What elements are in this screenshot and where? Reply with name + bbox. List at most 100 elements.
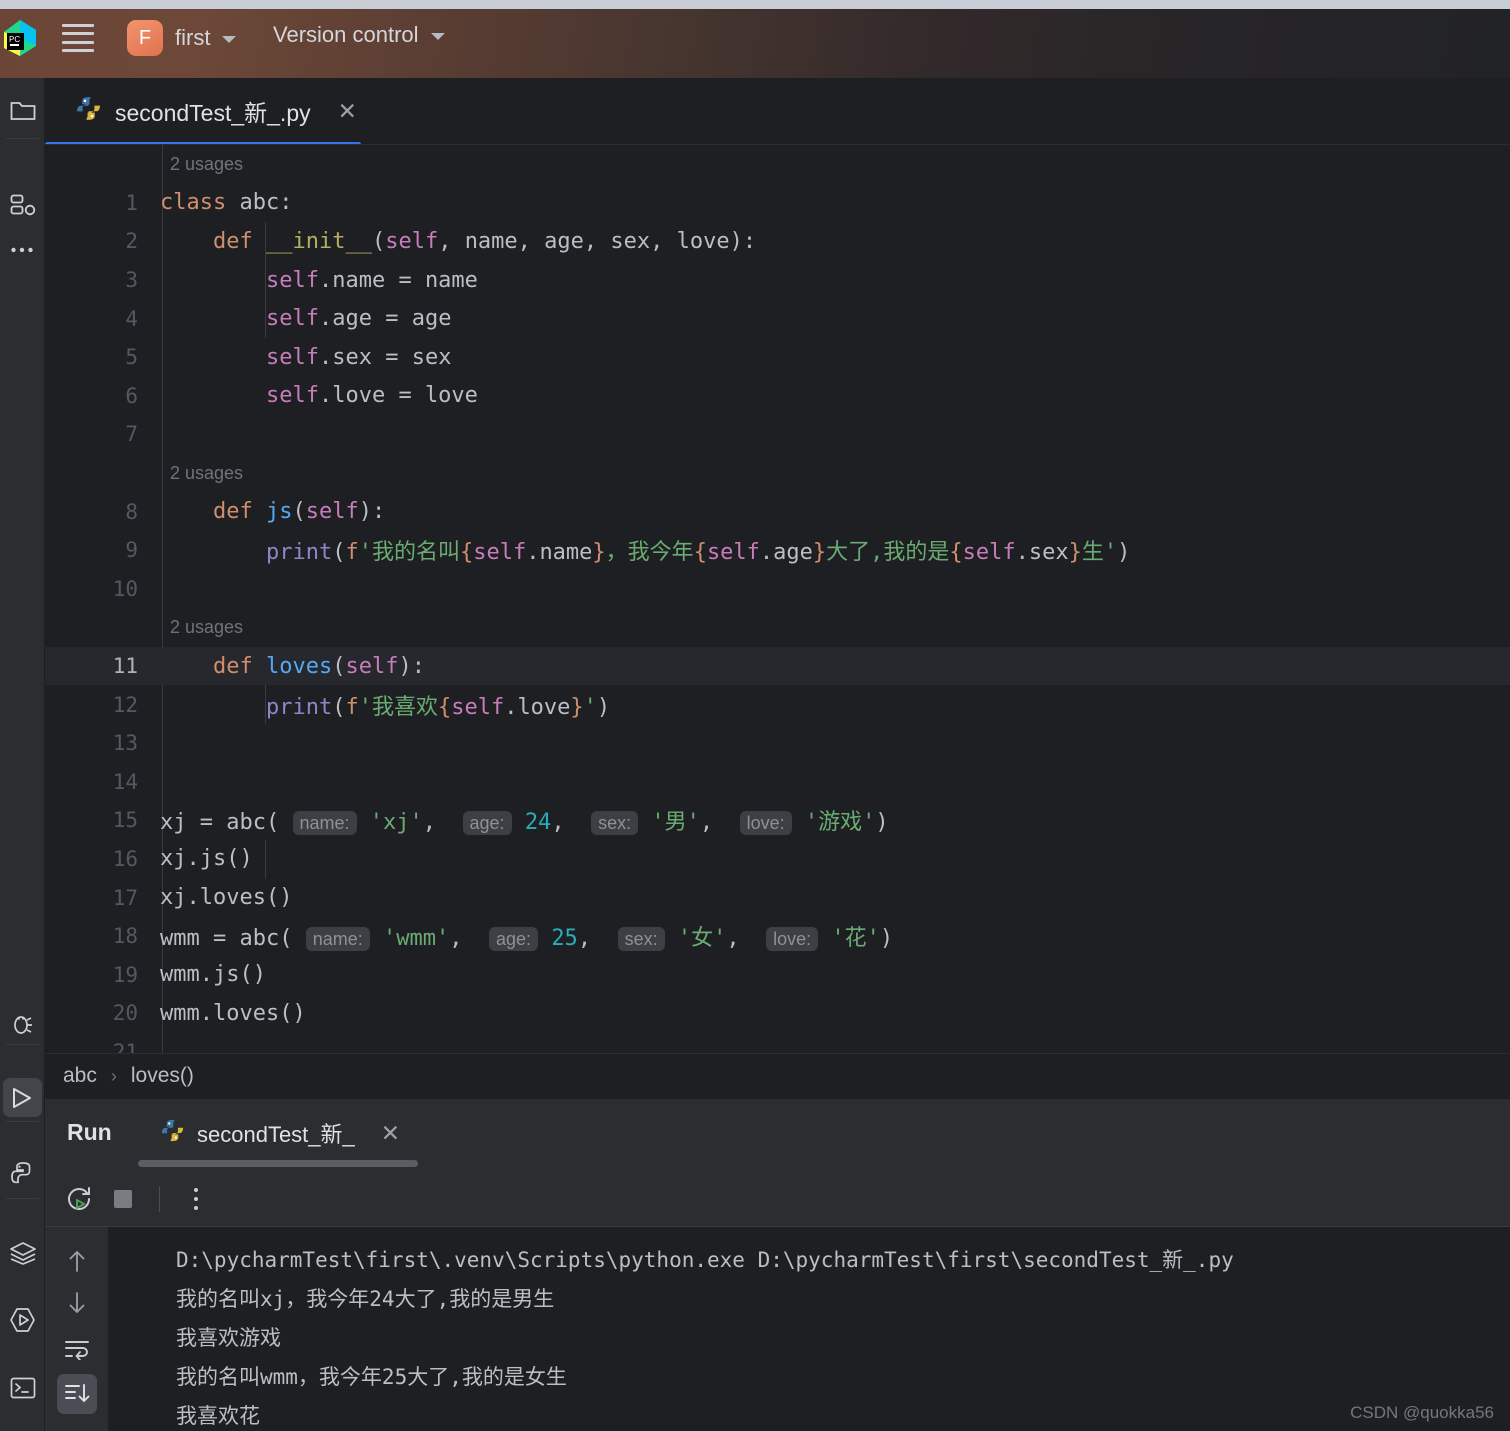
breadcrumb-item-class[interactable]: abc [63,1064,97,1088]
python-console-icon[interactable] [3,1154,42,1193]
line-number: 7 [125,422,138,447]
code-text: def loves(self): [212,653,425,679]
code-row-16: 16 xj.js() [45,840,1510,879]
chevron-down-icon [222,36,237,43]
terminal-icon[interactable] [3,1368,42,1407]
services-layers-icon[interactable] [3,1233,42,1272]
line-number: 2 [125,229,138,254]
editor-area: secondTest_新_.py ✕ 2 usages 1 class abc: [45,78,1510,1053]
code-row-21: 21 [45,1033,1510,1053]
code-text: print(f'我的名叫{self.name}，我今年{self.age}大了,… [265,540,1131,566]
run-configuration-tab[interactable]: secondTest_新_ ✕ [160,1117,400,1149]
stop-icon[interactable] [101,1177,145,1221]
run-panel-title: Run [67,1119,112,1145]
code-row-9: 9 print(f'我的名叫{self.name}，我今年{self.age}大… [45,531,1510,570]
code-text: xj.js() [160,846,253,872]
more-options-icon[interactable] [174,1177,218,1221]
breadcrumb: abc › loves() [45,1053,1510,1098]
param-hint-sex: sex: [591,811,639,836]
line-number: 16 [112,846,138,871]
code-text: wmm = abc( name: 'wmm', age: 25, sex: '女… [160,926,894,952]
scroll-to-end-icon[interactable] [57,1374,97,1414]
code-row-19: 19 wmm.js() [45,955,1510,994]
rerun-icon[interactable] [57,1177,101,1221]
watermark: CSDN @quokka56 [1350,1403,1494,1422]
breadcrumb-item-method[interactable]: loves() [131,1064,194,1088]
code-row-2: 2 def __init__(self, name, age, sex, lov… [45,222,1510,261]
code-text: class abc: [160,190,293,216]
line-number: 1 [125,190,138,215]
code-row-14: 14 [45,763,1510,802]
line-number: 21 [112,1039,138,1053]
editor-tab-title: secondTest_新_.py [115,100,311,126]
hamburger-menu-icon[interactable] [62,24,94,52]
code-row-4: 4 self.age = age [45,299,1510,338]
code-row-20: 20 wmm.loves() [45,994,1510,1033]
code-row-18: 18 wmm = abc( name: 'wmm', age: 25, sex:… [45,917,1510,956]
chevron-right-icon: › [110,1065,117,1086]
line-number: 20 [112,1001,138,1026]
code-text: print(f'我喜欢{self.love}') [265,694,611,720]
project-selector[interactable]: F first [127,20,237,56]
run-tab-label: secondTest_新_ [197,1122,355,1147]
line-number: 15 [112,808,138,833]
line-number: 8 [125,499,138,524]
code-text: wmm.loves() [160,1000,306,1026]
version-control-label: Version control [273,22,419,47]
editor-tab-secondtest[interactable]: secondTest_新_.py ✕ [67,78,365,144]
code-row-13: 13 [45,724,1510,763]
run-play-icon[interactable] [3,1078,42,1117]
line-number: 17 [112,885,138,910]
usages-hint: 2 usages [45,145,1510,184]
usages-label: 2 usages [170,153,244,174]
project-folder-icon[interactable] [3,91,42,130]
line-number: 14 [112,769,138,794]
code-text: wmm.js() [160,962,266,988]
code-row-11: 11 def loves(self): [45,646,1510,686]
line-number: 4 [125,306,138,331]
code-editor[interactable]: 2 usages 1 class abc: 2 def __init__(sel… [45,145,1510,1053]
more-tool-windows-icon[interactable] [3,230,42,269]
close-icon[interactable]: ✕ [381,1121,400,1145]
up-arrow-icon[interactable] [57,1241,97,1281]
param-hint-age: age: [489,927,539,952]
console-output[interactable]: D:\pycharmTest\first\.venv\Scripts\pytho… [108,1227,1510,1431]
code-row-12: 12 print(f'我喜欢{self.love}') [45,685,1510,724]
code-row-17: 17 xj.loves() [45,878,1510,917]
line-number: 10 [112,576,138,601]
param-hint-sex: sex: [617,927,665,952]
pycharm-logo-icon: PC [0,16,40,60]
run-anything-icon[interactable] [3,1300,42,1339]
code-text: self.sex = sex [265,344,452,370]
code-text: def __init__(self, name, age, sex, love)… [212,228,757,254]
console-line: 我的名叫xj，我今年24大了,我的是男生 [176,1287,555,1311]
down-arrow-icon[interactable] [57,1283,97,1323]
line-number: 13 [112,731,138,756]
usages-hint: 2 usages [45,454,1510,493]
param-hint-age: age: [462,811,512,836]
chevron-down-icon [430,33,445,40]
python-file-icon [160,1118,185,1148]
commit-structure-icon[interactable] [3,185,42,224]
run-tab-scrollbar[interactable] [138,1160,418,1167]
version-control-selector[interactable]: Version control [273,22,445,48]
line-number: 19 [112,962,138,987]
console-side-toolbar [45,1227,108,1431]
console-line: 我喜欢花 [176,1404,260,1428]
project-badge: F [127,20,163,56]
main-toolbar: PC F first Version control [0,0,1510,78]
close-icon[interactable]: ✕ [338,99,357,123]
console-line: 我的名叫wmm，我今年25大了,我的是女生 [176,1365,567,1389]
debug-bug-icon[interactable] [3,1005,42,1044]
code-row-8: 8 def js(self): [45,492,1510,531]
soft-wrap-icon[interactable] [57,1329,97,1369]
code-text: self.age = age [265,306,452,332]
line-number: 18 [112,924,138,949]
param-hint-love: love: [766,927,819,952]
code-text: self.name = name [265,267,478,293]
console-line: 我喜欢游戏 [176,1326,281,1350]
code-row-7: 7 [45,415,1510,454]
code-text: def js(self): [212,499,386,525]
python-file-icon [75,95,102,127]
code-text: xj = abc( name: 'xj', age: 24, sex: '男',… [160,810,889,836]
